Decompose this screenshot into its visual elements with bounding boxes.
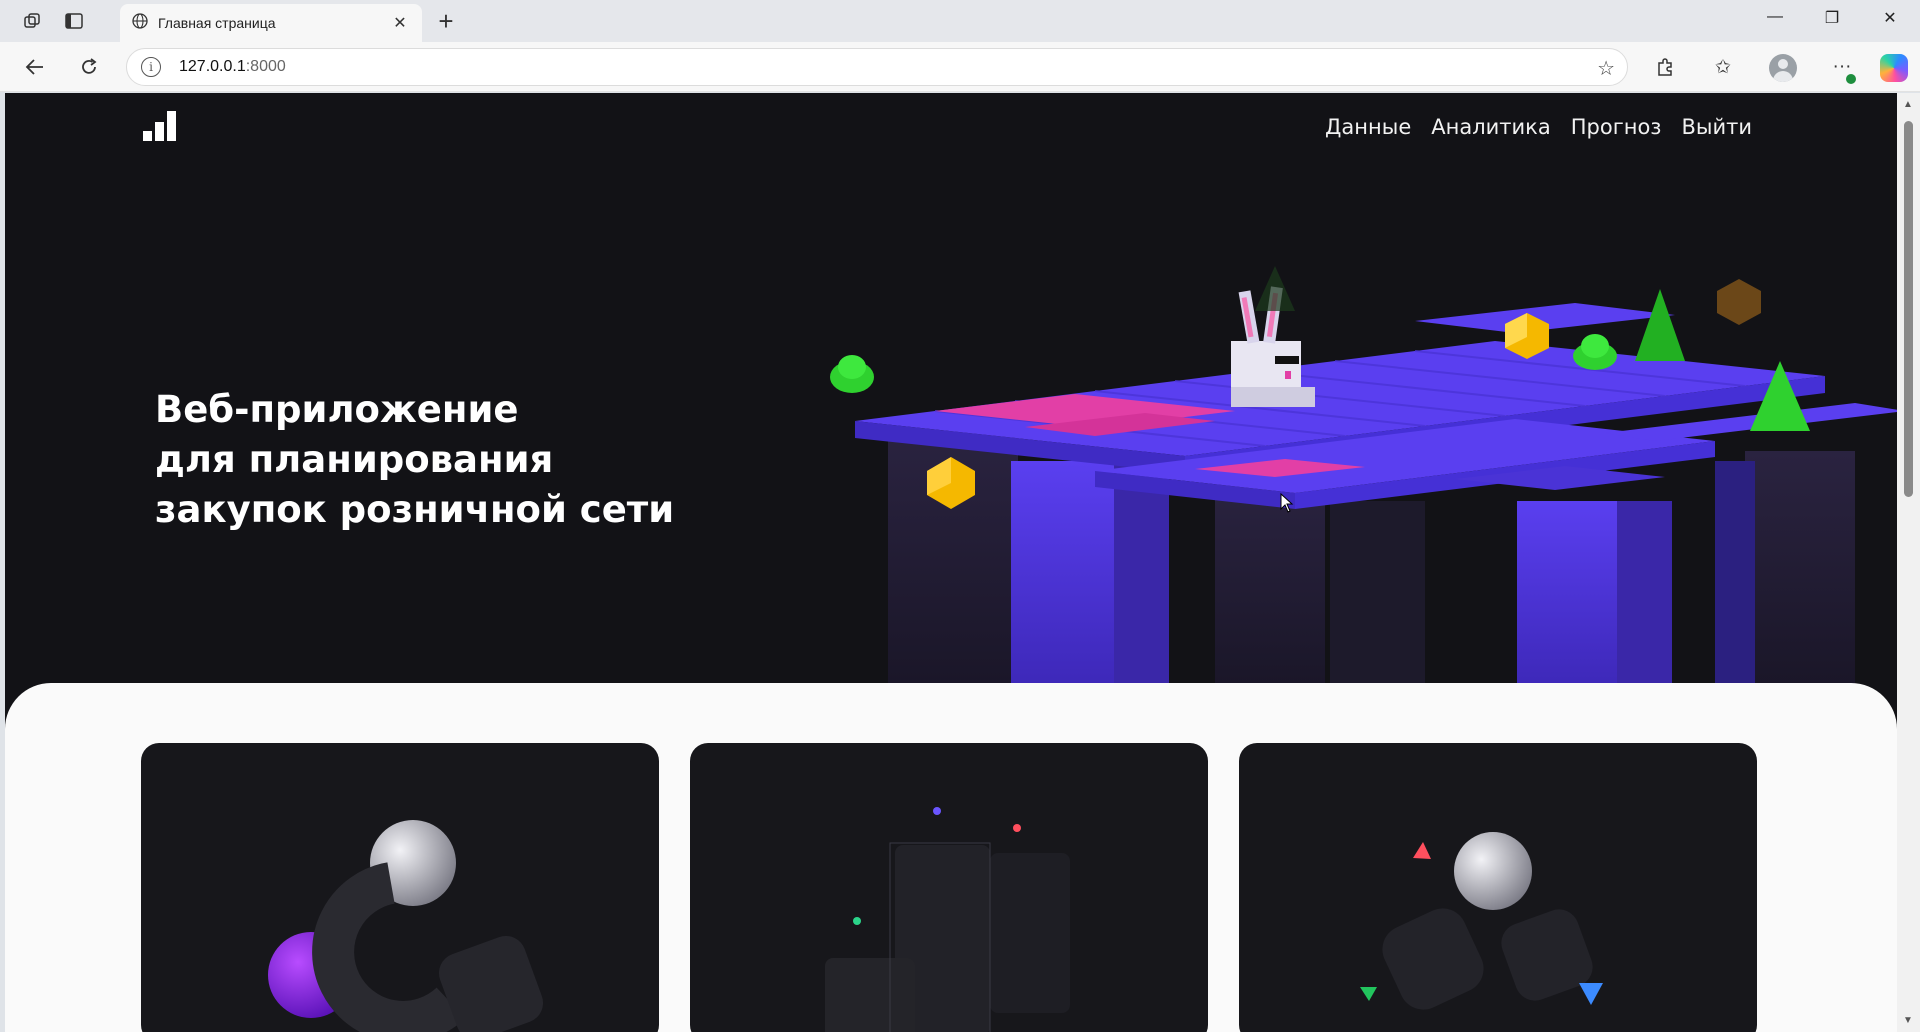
url-port: :8000 [245,58,286,75]
browser-toolbar: i 127.0.0.1:8000 ☆ ✩ ··· [0,42,1920,92]
tab-strip: Главная страница ✕ + — ❐ ✕ [0,0,1920,42]
tab-actions-icon[interactable] [60,8,88,34]
scroll-down-icon[interactable]: ▼ [1903,1015,1913,1026]
favorite-star-icon[interactable]: ☆ [1597,56,1615,81]
address-bar[interactable]: i 127.0.0.1:8000 ☆ [126,48,1628,86]
hero-title: Веб-приложение для планирования закупок … [155,385,715,535]
feature-card-analytics[interactable] [690,743,1208,1032]
back-icon[interactable] [20,52,50,82]
mouse-cursor-icon [1280,493,1294,513]
page-scrollbar[interactable]: ▲ ▼ [1897,93,1920,1032]
feature-card-illustration-1 [268,820,544,1032]
feature-card-data[interactable] [141,743,659,1032]
window-close-icon[interactable]: ✕ [1870,8,1910,28]
nav-data[interactable]: Данные [1325,115,1411,139]
download-badge [1846,74,1856,84]
new-tab-icon[interactable]: + [432,8,460,34]
scroll-up-icon[interactable]: ▲ [1903,99,1913,110]
feature-card-illustration-2 [825,807,1070,1032]
bar-chart-logo[interactable] [143,111,177,141]
workspaces-icon[interactable] [18,8,46,34]
restore-icon[interactable]: ❐ [1812,8,1852,28]
nav-forecast[interactable]: Прогноз [1571,115,1662,139]
hero-title-line-2: для планирования [155,438,554,481]
nav-analytics[interactable]: Аналитика [1431,115,1550,139]
extensions-icon[interactable] [1650,52,1680,82]
active-tab[interactable]: Главная страница ✕ [120,4,422,42]
close-icon[interactable]: ✕ [390,13,410,33]
scroll-thumb[interactable] [1904,121,1913,497]
profile-avatar[interactable] [1769,54,1797,82]
copilot-icon[interactable] [1880,54,1908,82]
hero-section: Данные Аналитика Прогноз Выйти Веб-прило… [5,93,1897,688]
nav-logout[interactable]: Выйти [1681,115,1752,139]
refresh-icon[interactable] [74,52,104,82]
hero-3d-illustration [830,266,1897,688]
hero-title-line-3: закупок розничной сети [155,488,675,531]
tab-title: Главная страница [158,15,276,31]
globe-icon [132,12,148,34]
url-text: 127.0.0.1:8000 [179,58,286,76]
favorites-icon[interactable]: ✩ [1708,52,1738,82]
main-nav: Данные Аналитика Прогноз Выйти [1325,115,1752,139]
feature-card-illustration-3 [1360,832,1603,1010]
site-info-icon[interactable]: i [141,57,161,77]
hero-title-line-1: Веб-приложение [155,388,519,431]
features-section [5,683,1897,1032]
url-host: 127.0.0.1 [179,58,246,75]
page-viewport: Данные Аналитика Прогноз Выйти Веб-прило… [5,93,1897,1032]
minimize-icon[interactable]: — [1755,8,1795,26]
feature-card-forecast[interactable] [1239,743,1757,1032]
